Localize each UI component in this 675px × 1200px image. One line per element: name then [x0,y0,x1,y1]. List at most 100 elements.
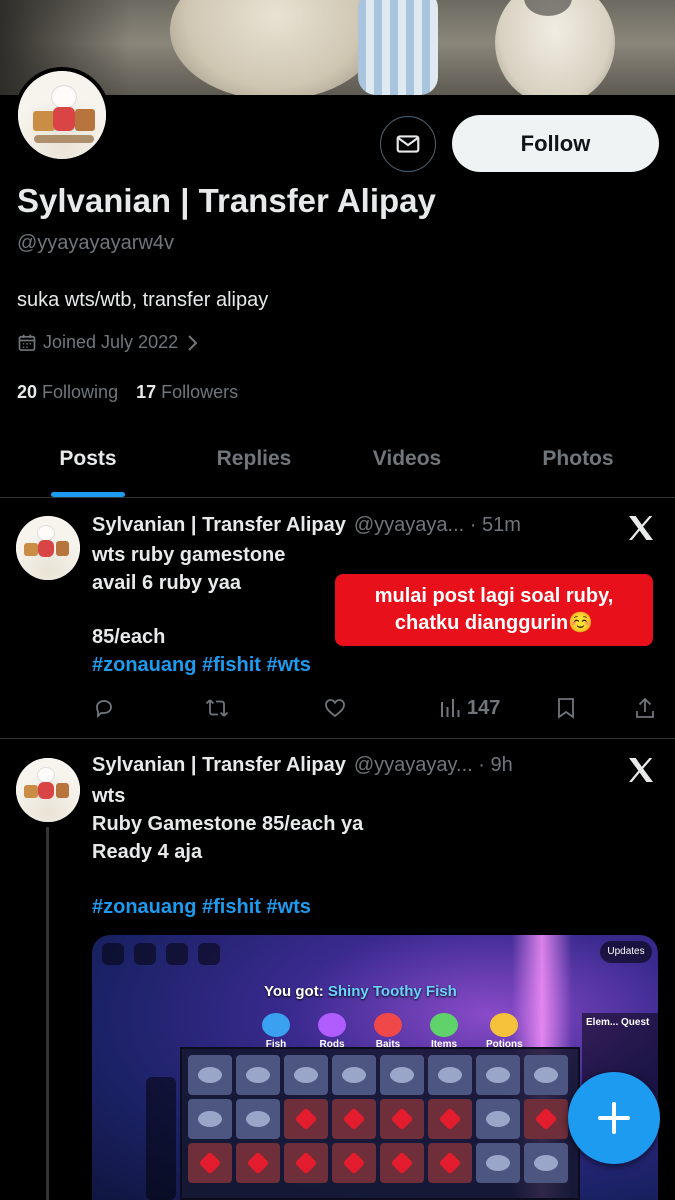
chevron-right-icon [188,334,198,351]
profile-avatar[interactable] [14,67,110,163]
inventory-cell [332,1055,376,1095]
following-link[interactable]: 20 Following [17,382,118,403]
post-avatar[interactable] [16,516,80,580]
overlay-line: chatku dianggurin☺️ [394,612,594,634]
share-icon [636,697,654,718]
game-sidebar [146,1077,176,1200]
reply-icon [96,700,112,719]
post-hashtags[interactable]: #zonauang #fishit #wts [92,651,311,679]
x-logo-icon [629,516,653,540]
joined-label: Joined July 2022 [43,332,179,352]
calendar-icon [18,334,36,351]
inventory-cell [476,1143,520,1183]
inventory-cell-ruby [524,1099,568,1139]
post-line: Ready 4 aja [92,841,203,863]
avatar-basket-left [24,785,38,798]
post-author-name[interactable]: Sylvanian | Transfer Alipay [92,514,346,537]
avatar-basket-right [56,541,69,556]
avatar-doll-head [37,767,55,783]
game-catch-message: You got: Shiny Toothy Fish [264,983,457,1000]
post-avatar[interactable] [16,758,80,822]
inventory-cell-ruby [332,1099,376,1139]
repost-icon [205,699,229,717]
inventory-cell-ruby [188,1143,232,1183]
banner-plush-left [170,0,380,95]
avatar-basket-right [56,783,69,798]
share-button[interactable] [634,696,656,720]
views-icon [441,699,460,717]
avatar-doll-body [38,782,54,799]
compose-post-button[interactable] [568,1072,660,1164]
tab-videos[interactable]: Videos [343,420,471,497]
post-line: wts [92,785,126,807]
bookmark-button[interactable] [555,696,577,720]
post-line: wts ruby gamestone [92,544,286,566]
plus-icon [598,1102,630,1134]
follow-stats: 20 Following 17 Followers [17,382,238,403]
inventory-cell [188,1055,232,1095]
post-line-blank [92,866,363,893]
reply-button[interactable] [92,696,116,720]
inventory-cell-ruby [380,1099,424,1139]
game-inventory-grid [188,1055,568,1183]
game-updates-button: Updates [600,941,652,963]
inventory-cell-ruby [236,1143,280,1183]
heart-icon [325,699,345,718]
post-header: Sylvanian | Transfer Alipay @yyayaya... … [92,514,521,537]
avatar-basket-left [33,111,55,131]
follow-button[interactable]: Follow [452,115,659,172]
post-body: wts Ruby Gamestone 85/each ya Ready 4 aj… [92,782,363,921]
inventory-cell-ruby [284,1143,328,1183]
avatar-doll-head [37,525,55,541]
inventory-cell [188,1099,232,1139]
inventory-cell [236,1099,280,1139]
inventory-cell [476,1055,520,1095]
post-line: Ruby Gamestone 85/each ya [92,813,364,835]
game-hud-rods: Rods [318,1013,346,1050]
avatar-table [34,135,94,143]
avatar-doll-head [51,85,77,109]
bookmark-icon [558,698,574,719]
post-media-image[interactable]: Updates You got: Shiny Toothy Fish Fish … [92,935,658,1200]
game-hud-items: Items [430,1013,458,1050]
post-body: wts ruby gamestone avail 6 ruby yaa 85/e… [92,541,311,679]
inventory-cell [236,1055,280,1095]
profile-handle: @yyayayayarw4v [17,232,175,254]
game-hud-potions: Potions [486,1013,523,1050]
post-actions: 147 [92,696,662,726]
inventory-cell [476,1099,520,1139]
avatar-basket-left [24,543,38,556]
profile-display-name: Sylvanian | Transfer Alipay [17,182,436,219]
game-hud-fish: Fish [262,1013,290,1050]
tab-photos[interactable]: Photos [514,420,642,497]
joined-date[interactable]: Joined July 2022 [17,332,200,353]
game-hud-baits: Baits [374,1013,402,1050]
tab-posts[interactable]: Posts [24,420,152,497]
views-button[interactable]: 147 [439,696,500,720]
followers-link[interactable]: 17 Followers [136,382,238,403]
inventory-cell [428,1055,472,1095]
banner-doll [358,0,438,95]
post-line-blank [92,597,311,623]
tab-replies[interactable]: Replies [190,420,318,497]
like-button[interactable] [323,696,347,720]
inventory-cell-ruby [332,1143,376,1183]
game-topbar [102,943,222,965]
post-header: Sylvanian | Transfer Alipay @yyayayay...… [92,754,513,777]
inventory-cell [380,1055,424,1095]
inventory-cell-ruby [380,1143,424,1183]
post-line: avail 6 ruby yaa [92,572,241,594]
post-author-name[interactable]: Sylvanian | Transfer Alipay [92,754,346,777]
inventory-cell [284,1055,328,1095]
game-hud: Fish Rods Baits Items Potions [262,1013,523,1050]
avatar-doll-body [53,107,75,131]
x-logo-icon [629,758,653,782]
post-hashtags[interactable]: #zonauang #fishit #wts [92,893,363,921]
views-count: 147 [467,696,501,719]
repost-button[interactable] [204,696,230,720]
inventory-cell [524,1055,568,1095]
message-button[interactable] [380,116,436,172]
post-meta: @yyayayay... · 9h [353,754,513,776]
active-tab-indicator [51,492,125,497]
inventory-cell-ruby [428,1143,472,1183]
